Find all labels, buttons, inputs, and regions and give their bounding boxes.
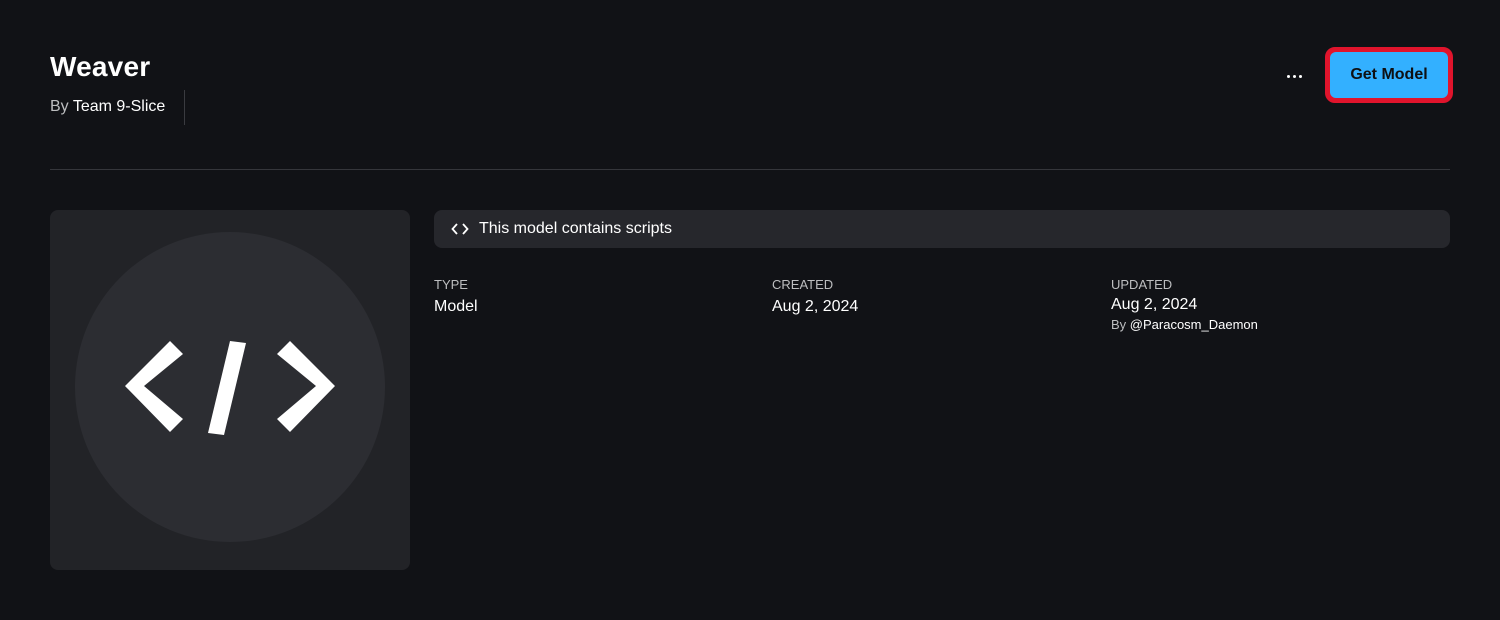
more-options-button[interactable] (1280, 62, 1308, 90)
page-title: Weaver (50, 51, 151, 82)
by-prefix: By (50, 98, 69, 115)
detail-updated-value: Aug 2, 2024 (1111, 296, 1198, 313)
detail-created: CREATED Aug 2, 2024 (772, 277, 858, 318)
detail-created-label: CREATED (772, 277, 834, 292)
get-model-button[interactable]: Get Model (1325, 47, 1453, 103)
creator-byline: By Team 9-Slice (50, 96, 165, 118)
code-brackets-icon (125, 341, 335, 435)
updated-by: By @Paracosm_Daemon (1111, 316, 1258, 334)
scripts-warning-banner: This model contains scripts (434, 210, 1450, 248)
updated-by-prefix: By (1111, 317, 1127, 332)
detail-type-label: TYPE (434, 277, 468, 292)
detail-type-value: Model (434, 298, 478, 315)
asset-page: Weaver By Team 9-Slice Get Model This mo (0, 0, 1500, 620)
detail-type: TYPE Model (434, 277, 478, 318)
creator-link[interactable]: Team 9-Slice (73, 98, 165, 115)
header-divider (50, 169, 1450, 170)
ellipsis-icon (1285, 74, 1303, 78)
scripts-banner-text: This model contains scripts (479, 220, 672, 237)
detail-updated: UPDATED Aug 2, 2024 By @Paracosm_Daemon (1111, 277, 1258, 334)
detail-updated-label: UPDATED (1111, 277, 1173, 292)
get-model-label: Get Model (1330, 52, 1448, 98)
byline-divider (184, 90, 185, 125)
detail-created-value: Aug 2, 2024 (772, 298, 859, 315)
updated-by-user-link[interactable]: @Paracosm_Daemon (1130, 317, 1258, 332)
code-icon (451, 223, 469, 235)
model-thumbnail (50, 210, 410, 570)
